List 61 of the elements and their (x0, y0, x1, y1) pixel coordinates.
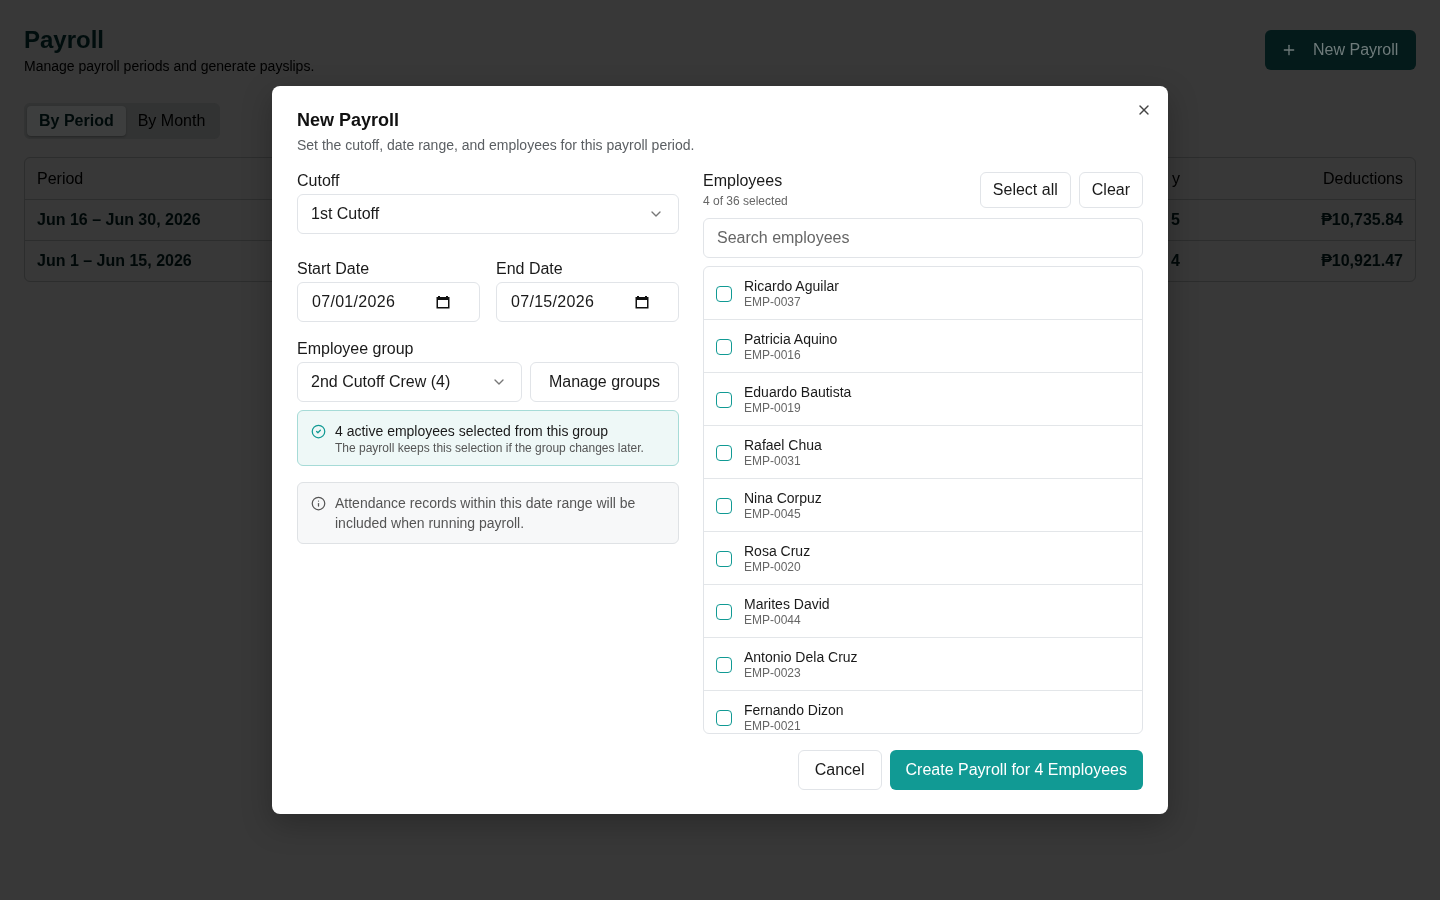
checkbox[interactable] (716, 338, 732, 355)
employee-id: EMP-0037 (744, 295, 802, 310)
info-icon (311, 496, 326, 511)
check-circle-icon (311, 424, 326, 439)
employee-id: EMP-0016 (744, 348, 802, 363)
employee-group-select[interactable]: 2nd Cutoff Crew (4) (297, 362, 522, 402)
field-label: Cutoff (297, 171, 341, 191)
employee-name: Rosa Cruz (744, 542, 811, 560)
employee-id: EMP-0020 (744, 560, 802, 575)
new-payroll-button[interactable]: New Payroll (1265, 30, 1416, 70)
page-title: Payroll (24, 25, 106, 55)
cutoff-select[interactable]: 1st Cutoff (297, 194, 679, 234)
notice-text: Attendance records within this date range will be included when running payroll. (335, 494, 637, 533)
calendar-icon[interactable] (436, 295, 450, 309)
employee-name: Antonio Dela Cruz (744, 648, 858, 666)
employee-id: EMP-0031 (744, 454, 802, 469)
table-cell: ₱10,921.47 (1321, 252, 1403, 269)
calendar-icon[interactable] (635, 295, 649, 309)
table-cell: ₱10,735.84 (1321, 211, 1403, 228)
employee-name: Eduardo Bautista (744, 383, 852, 401)
select-all-button[interactable]: Select all (979, 172, 1071, 208)
checkbox[interactable] (716, 497, 732, 514)
employee-name: Patricia Aquino (744, 330, 838, 348)
plus-icon (1281, 42, 1297, 58)
selected-count: 4 of 36 selected (703, 193, 788, 209)
checkbox[interactable] (716, 603, 732, 620)
table-cell: Jun 1 – Jun 15, 2026 (37, 252, 192, 269)
checkbox[interactable] (716, 656, 732, 673)
notice-text: The payroll keeps this selection if the group changes later. (335, 440, 644, 456)
date-field[interactable]: 07/15/2026 (496, 282, 679, 322)
employee-id: EMP-0023 (744, 666, 802, 681)
employee-id: EMP-0019 (744, 401, 802, 416)
clear-button[interactable]: Clear (1078, 172, 1143, 208)
field-label: Employee group (297, 339, 415, 359)
employee-id: EMP-0045 (744, 507, 802, 522)
notice-title: 4 active employees selected from this group (335, 422, 610, 440)
page-subtitle: Manage payroll periods and generate payslips. (24, 57, 315, 75)
table-cell: Jun 16 – Jun 30, 2026 (37, 211, 201, 228)
dialog-description: Set the cutoff, date range, and employees for this payroll period. (297, 136, 696, 154)
checkbox[interactable] (716, 285, 732, 302)
field-label: End Date (496, 259, 564, 279)
column-header: Period (37, 169, 84, 187)
employee-name: Rafael Chua (744, 436, 822, 454)
employees-label: Employees (703, 171, 784, 191)
employee-name: Fernando Dizon (744, 701, 844, 719)
date-field[interactable]: 07/01/2026 (297, 282, 480, 322)
employee-name: Ricardo Aguilar (744, 277, 839, 295)
manage-groups-button[interactable]: Manage groups (530, 362, 679, 402)
search-field[interactable]: Search employees (703, 218, 1143, 258)
checkbox[interactable] (716, 391, 732, 408)
employee-id: EMP-0044 (744, 613, 802, 628)
checkbox[interactable] (716, 550, 732, 567)
checkbox[interactable] (716, 709, 732, 726)
field-label: Start Date (297, 259, 371, 279)
employee-name: Nina Corpuz (744, 489, 822, 507)
checkbox[interactable] (716, 444, 732, 461)
dialog-title: New Payroll (297, 110, 401, 130)
employee-id: EMP-0021 (744, 719, 802, 733)
cancel-button[interactable]: Cancel (797, 750, 882, 790)
column-header: Deductions (1322, 169, 1403, 187)
employee-name: Marites David (744, 595, 830, 613)
